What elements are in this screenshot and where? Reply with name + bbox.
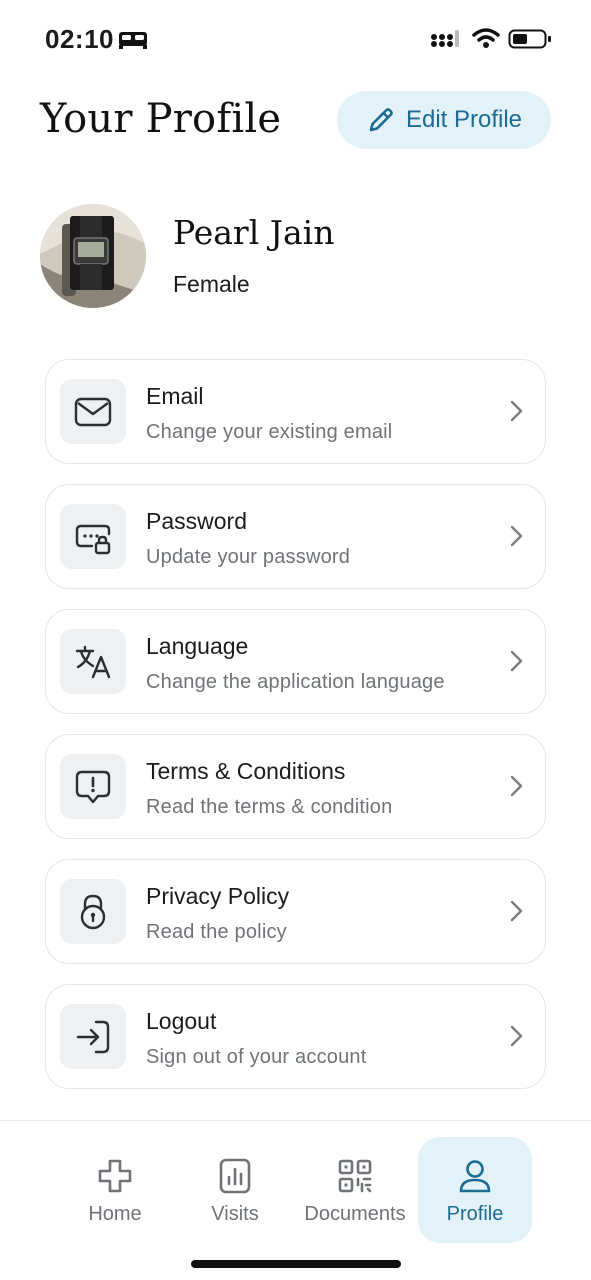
chevron-right-icon — [510, 400, 523, 422]
wifi-icon — [472, 28, 500, 48]
menu-item-subtitle: Change your existing email — [146, 421, 393, 443]
chevron-right-icon — [510, 900, 523, 922]
report-chart-icon — [219, 1158, 251, 1194]
menu-item-privacy[interactable]: Privacy Policy Read the policy — [45, 859, 546, 964]
settings-menu: Email Change your existing email Passwor… — [45, 359, 546, 1109]
menu-item-logout[interactable]: Logout Sign out of your account — [45, 984, 546, 1089]
translate-icon — [75, 645, 111, 678]
avatar — [40, 204, 146, 308]
chevron-right-icon — [510, 775, 523, 797]
menu-item-title: Logout — [146, 1008, 217, 1034]
envelope-icon — [74, 397, 112, 426]
menu-item-subtitle: Read the terms & condition — [146, 796, 393, 818]
menu-item-email[interactable]: Email Change your existing email — [45, 359, 546, 464]
tab-label: Visits — [211, 1203, 259, 1225]
menu-item-subtitle: Read the policy — [146, 921, 287, 943]
chevron-right-icon — [510, 1025, 523, 1047]
menu-item-subtitle: Change the application language — [146, 671, 445, 693]
menu-item-language[interactable]: Language Change the application language — [45, 609, 546, 714]
tab-label: Profile — [446, 1203, 504, 1225]
tab-label: Home — [88, 1203, 142, 1225]
menu-item-password[interactable]: Password Update your password — [45, 484, 546, 589]
sleep-bed-icon — [119, 32, 147, 49]
menu-item-title: Terms & Conditions — [146, 758, 346, 784]
pencil-icon — [369, 108, 393, 132]
edit-profile-label: Edit Profile — [405, 106, 523, 133]
chevron-right-icon — [510, 525, 523, 547]
icon-tile — [60, 504, 126, 569]
home-indicator — [191, 1260, 401, 1268]
menu-item-title: Email — [146, 383, 204, 409]
menu-item-subtitle: Sign out of your account — [146, 1046, 367, 1068]
user-icon — [459, 1160, 491, 1193]
chevron-right-icon — [510, 650, 523, 672]
password-lock-icon — [75, 524, 111, 554]
profile-name: Pearl Jain — [173, 213, 335, 252]
menu-item-title: Password — [146, 508, 247, 534]
tab-profile[interactable]: Profile — [418, 1137, 532, 1243]
tab-label: Documents — [304, 1203, 406, 1225]
icon-tile — [60, 629, 126, 694]
tab-home[interactable]: Home — [58, 1137, 172, 1243]
edit-profile-button[interactable]: Edit Profile — [337, 91, 551, 149]
icon-tile — [60, 1004, 126, 1069]
profile-gender: Female — [173, 271, 250, 297]
padlock-icon — [80, 894, 106, 929]
icon-tile — [60, 379, 126, 444]
qr-code-icon — [338, 1159, 372, 1193]
status-bar: 02:10 — [0, 0, 591, 80]
menu-item-title: Privacy Policy — [146, 883, 290, 909]
bottom-tab-bar: Home Visits Documents Profile — [0, 1120, 591, 1280]
alert-message-icon — [75, 770, 111, 803]
menu-item-terms[interactable]: Terms & Conditions Read the terms & cond… — [45, 734, 546, 839]
status-time: 02:10 — [45, 24, 114, 54]
tab-visits[interactable]: Visits — [178, 1137, 292, 1243]
tab-documents[interactable]: Documents — [298, 1137, 412, 1243]
icon-tile — [60, 879, 126, 944]
menu-item-title: Language — [146, 633, 249, 659]
icon-tile — [60, 754, 126, 819]
plus-cross-icon — [98, 1159, 132, 1193]
battery-icon — [508, 29, 551, 49]
cellular-signal-icon — [431, 30, 459, 47]
page-title: Your Profile — [40, 96, 282, 142]
logout-icon — [76, 1020, 110, 1053]
menu-item-subtitle: Update your password — [146, 546, 351, 568]
